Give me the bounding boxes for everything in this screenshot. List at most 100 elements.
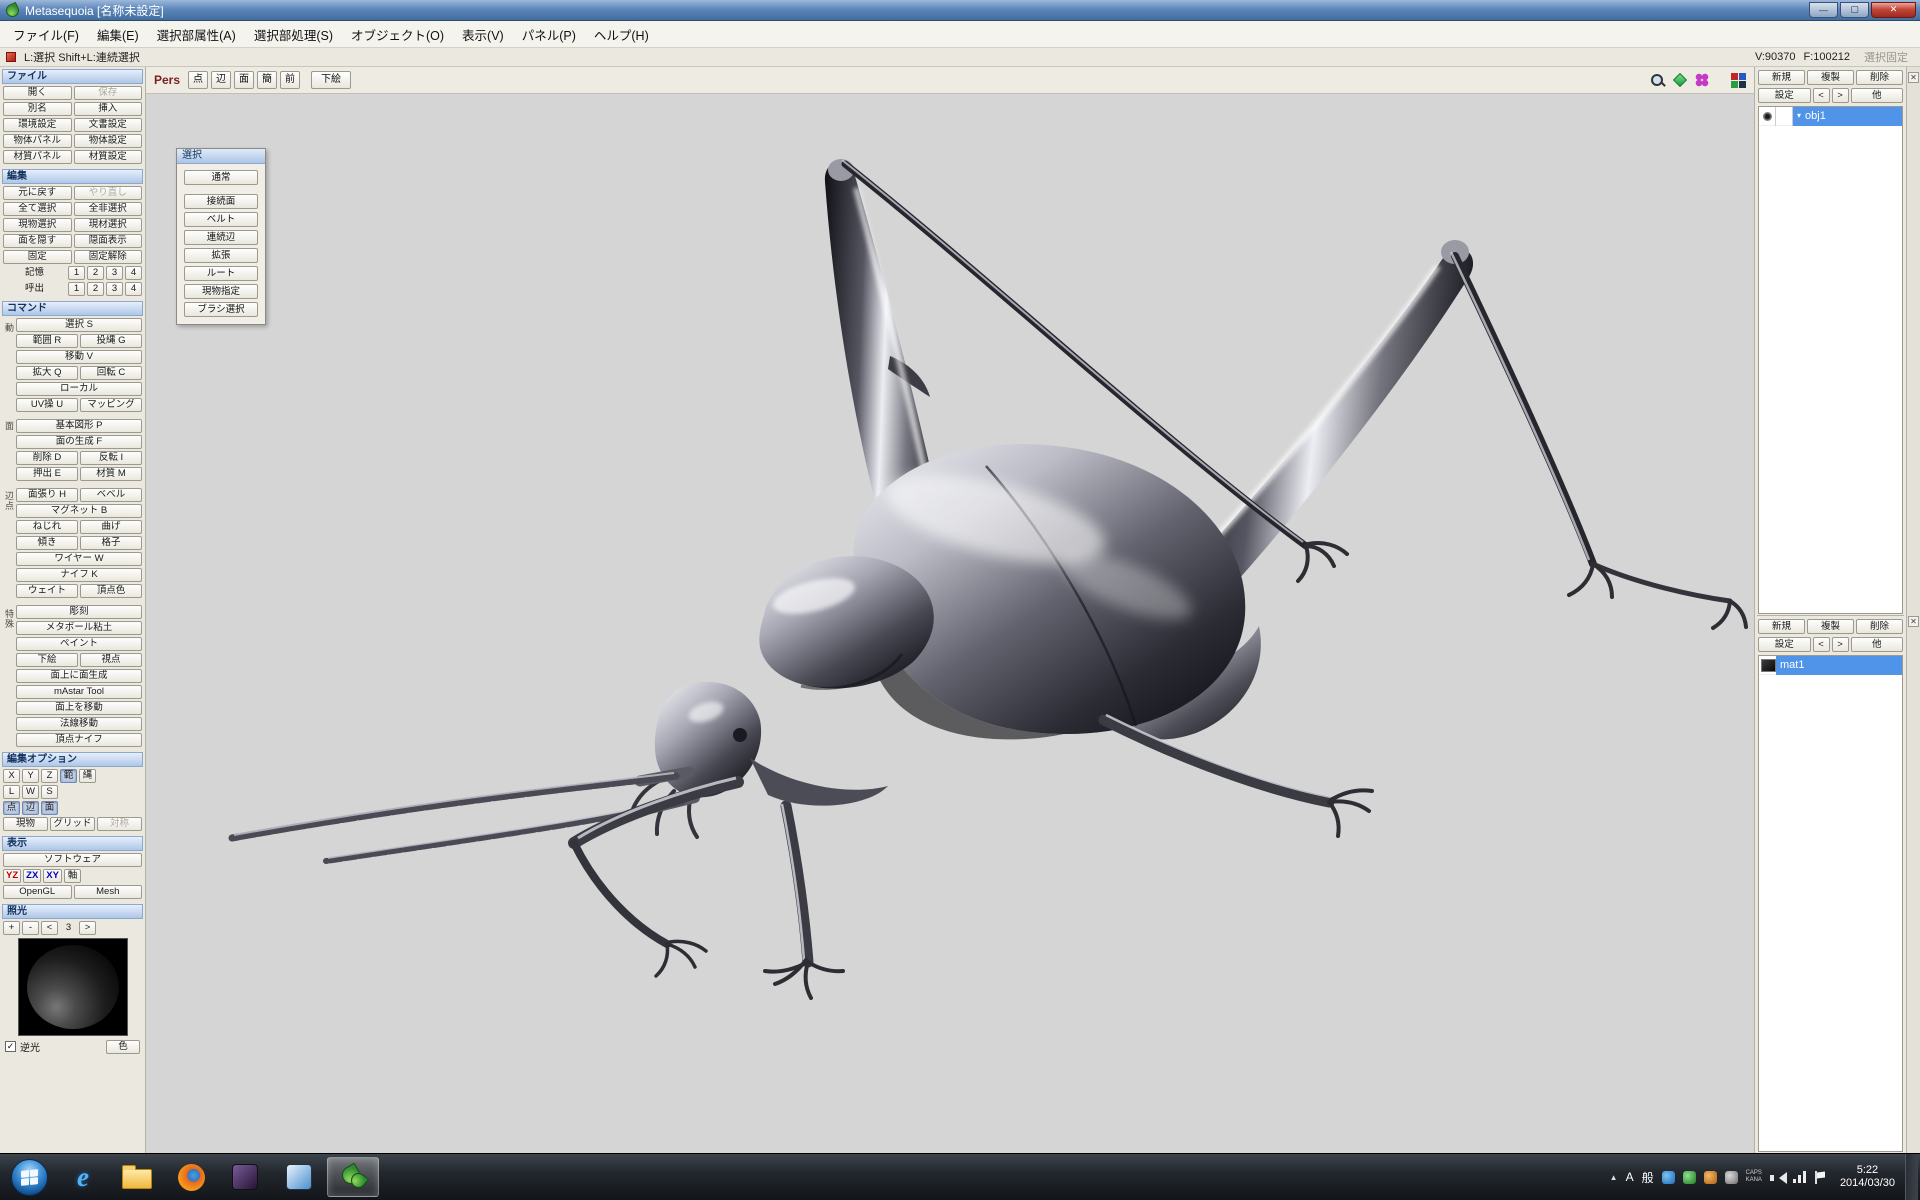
- taskbar-app2-button[interactable]: [273, 1157, 325, 1197]
- rotate-view-icon[interactable]: [1673, 73, 1687, 87]
- sidebar-button[interactable]: 固定解除: [74, 250, 143, 264]
- sidebar-button[interactable]: ナイフ K: [16, 568, 142, 582]
- sidebar-button[interactable]: 2: [87, 282, 104, 296]
- menu-item[interactable]: ファイル(F): [4, 20, 88, 49]
- selection-mode-button[interactable]: 現物指定: [184, 284, 258, 299]
- sidebar-button[interactable]: ワイヤー W: [16, 552, 142, 566]
- sidebar-button[interactable]: 固定: [3, 250, 72, 264]
- sidebar-button[interactable]: 保存: [74, 86, 143, 100]
- sidebar-button[interactable]: グリッド: [50, 817, 95, 831]
- sidebar-button[interactable]: ソフトウェア: [3, 853, 142, 867]
- object-toolbar-button[interactable]: 複製: [1807, 70, 1854, 85]
- sidebar-button[interactable]: 物体パネル: [3, 134, 72, 148]
- sidebar-button[interactable]: 面上に面生成: [16, 669, 142, 683]
- sidebar-button[interactable]: X: [3, 769, 20, 783]
- taskbar-explorer-button[interactable]: [111, 1157, 163, 1197]
- sidebar-button[interactable]: 面の生成 F: [16, 435, 142, 449]
- sidebar-button[interactable]: 範: [60, 769, 77, 783]
- sidebar-button[interactable]: Z: [41, 769, 58, 783]
- sidebar-button[interactable]: 拡大 Q: [16, 366, 78, 380]
- taskbar-clock[interactable]: 5:22 2014/03/30: [1834, 1164, 1901, 1190]
- sidebar-button[interactable]: 移動 V: [16, 350, 142, 364]
- tray-icon[interactable]: [1704, 1171, 1717, 1184]
- sidebar-button[interactable]: ウェイト: [16, 584, 78, 598]
- selection-palette-title[interactable]: 選択: [177, 149, 265, 164]
- sidebar-button[interactable]: 別名: [3, 102, 72, 116]
- zoom-view-icon[interactable]: [1650, 73, 1665, 88]
- menu-item[interactable]: 表示(V): [453, 20, 513, 49]
- ime-kana-indicator[interactable]: 般: [1642, 1169, 1654, 1186]
- viewport-tab[interactable]: 前: [280, 71, 300, 89]
- taskbar-ie-button[interactable]: e: [57, 1157, 109, 1197]
- show-desktop-button[interactable]: [1905, 1154, 1918, 1200]
- sidebar-button[interactable]: -: [22, 921, 39, 935]
- sidebar-button[interactable]: 面張り H: [16, 488, 78, 502]
- sidebar-button[interactable]: 隠面表示: [74, 234, 143, 248]
- selection-mode-button[interactable]: 拡張: [184, 248, 258, 263]
- color-button[interactable]: 色: [106, 1040, 140, 1054]
- sidebar-button[interactable]: UV操 U: [16, 398, 78, 412]
- sidebar-button[interactable]: >: [79, 921, 96, 935]
- viewport-canvas[interactable]: 選択 通常接続面ベルト連続辺拡張ルート現物指定ブラシ選択: [146, 94, 1754, 1153]
- sidebar-button[interactable]: S: [41, 785, 58, 799]
- sidebar-button[interactable]: W: [22, 785, 39, 799]
- tray-icon[interactable]: [1662, 1171, 1675, 1184]
- sidebar-button[interactable]: 1: [68, 266, 85, 280]
- sidebar-button[interactable]: 彫刻: [16, 605, 142, 619]
- sidebar-button[interactable]: 反転 I: [80, 451, 142, 465]
- volume-icon[interactable]: [1770, 1171, 1785, 1184]
- sidebar-button[interactable]: 面を隠す: [3, 234, 72, 248]
- sidebar-button[interactable]: 材質設定: [74, 150, 143, 164]
- viewport-tab[interactable]: 簡: [257, 71, 277, 89]
- viewport-tab[interactable]: 面: [234, 71, 254, 89]
- maximize-button[interactable]: ▢: [1840, 2, 1869, 18]
- object-panel-close-icon[interactable]: ✕: [1908, 72, 1919, 83]
- taskbar-metasequoia-button[interactable]: [327, 1157, 379, 1197]
- light-direction-preview[interactable]: [18, 938, 128, 1036]
- sidebar-button[interactable]: 頂点色: [80, 584, 142, 598]
- sidebar-button[interactable]: 材質 M: [80, 467, 142, 481]
- object-nav-button[interactable]: 他: [1851, 88, 1904, 103]
- taskbar-firefox-button[interactable]: [165, 1157, 217, 1197]
- close-button[interactable]: ✕: [1871, 2, 1916, 18]
- sidebar-button[interactable]: 基本図形 P: [16, 419, 142, 433]
- sidebar-button[interactable]: XY: [43, 869, 62, 883]
- sidebar-button[interactable]: 環境設定: [3, 118, 72, 132]
- sidebar-button[interactable]: ねじれ: [16, 520, 78, 534]
- sidebar-button[interactable]: やり直し: [74, 186, 143, 200]
- sidebar-button[interactable]: ZX: [23, 869, 41, 883]
- sidebar-button[interactable]: 曲げ: [80, 520, 142, 534]
- backlight-checkbox[interactable]: ✓: [5, 1041, 16, 1052]
- sidebar-button[interactable]: 投縄 G: [80, 334, 142, 348]
- sidebar-button[interactable]: 文書設定: [74, 118, 143, 132]
- taskbar-app1-button[interactable]: [219, 1157, 271, 1197]
- menu-item[interactable]: パネル(P): [513, 20, 585, 49]
- sidebar-button[interactable]: L: [3, 785, 20, 799]
- sidebar-button[interactable]: 回転 C: [80, 366, 142, 380]
- sidebar-button[interactable]: 面上を移動: [16, 701, 142, 715]
- sidebar-button[interactable]: 頂点ナイフ: [16, 733, 142, 747]
- material-toolbar-button[interactable]: 新規: [1758, 619, 1805, 634]
- sidebar-button[interactable]: <: [41, 921, 58, 935]
- sidebar-button[interactable]: 縄: [79, 769, 96, 783]
- selection-mode-button[interactable]: ルート: [184, 266, 258, 281]
- sidebar-button[interactable]: 格子: [80, 536, 142, 550]
- material-list-item[interactable]: mat1: [1759, 656, 1902, 675]
- sidebar-button[interactable]: ペイント: [16, 637, 142, 651]
- material-nav-button[interactable]: 他: [1851, 637, 1904, 652]
- sidebar-button[interactable]: 現材選択: [74, 218, 143, 232]
- sidebar-button[interactable]: 元に戻す: [3, 186, 72, 200]
- sidebar-button[interactable]: 対称: [97, 817, 142, 831]
- sidebar-button[interactable]: ベベル: [80, 488, 142, 502]
- object-toolbar-button[interactable]: 新規: [1758, 70, 1805, 85]
- sidebar-button[interactable]: 傾き: [16, 536, 78, 550]
- material-toolbar-button[interactable]: 複製: [1807, 619, 1854, 634]
- material-nav-button[interactable]: <: [1813, 637, 1830, 652]
- viewport-tab[interactable]: 点: [188, 71, 208, 89]
- sidebar-button[interactable]: ローカル: [16, 382, 142, 396]
- selection-mode-button[interactable]: ベルト: [184, 212, 258, 227]
- action-center-flag-icon[interactable]: [1814, 1171, 1826, 1184]
- sidebar-button[interactable]: 全非選択: [74, 202, 143, 216]
- sidebar-button[interactable]: 現物: [3, 817, 48, 831]
- material-nav-button[interactable]: 設定: [1758, 637, 1811, 652]
